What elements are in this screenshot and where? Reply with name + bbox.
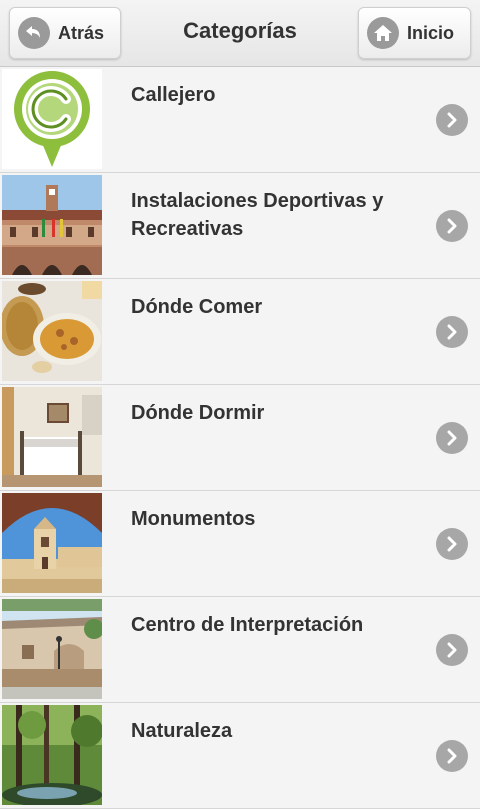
chevron-right-icon[interactable] bbox=[436, 210, 468, 242]
chevron-right-icon[interactable] bbox=[436, 740, 468, 772]
category-row-naturaleza[interactable]: Naturaleza bbox=[0, 703, 480, 809]
chevron-right-icon[interactable] bbox=[436, 104, 468, 136]
category-label: Naturaleza bbox=[131, 720, 233, 742]
header-bar: Atrás Categorías Inicio bbox=[0, 0, 480, 67]
building-photo bbox=[2, 599, 102, 699]
forest-photo bbox=[2, 705, 102, 805]
category-label: Dónde Dormir bbox=[131, 402, 265, 424]
callejero-logo-icon bbox=[2, 69, 102, 169]
home-button-label: Inicio bbox=[407, 22, 455, 43]
chevron-right-icon[interactable] bbox=[436, 634, 468, 666]
chevron-right-icon[interactable] bbox=[436, 316, 468, 348]
home-button[interactable]: Inicio bbox=[358, 7, 471, 59]
church-photo bbox=[2, 493, 102, 593]
home-icon bbox=[367, 17, 399, 49]
food-photo bbox=[2, 281, 102, 381]
category-label: Monumentos bbox=[131, 508, 256, 530]
category-label: Dónde Comer bbox=[131, 296, 263, 318]
category-row-instalaciones[interactable]: Instalaciones Deportivas y Recreativas bbox=[0, 173, 480, 279]
category-list: Callejero Instalaciones Deportivas y Rec… bbox=[0, 67, 480, 809]
town-hall-photo bbox=[2, 175, 102, 275]
chevron-right-icon[interactable] bbox=[436, 528, 468, 560]
category-label: Callejero bbox=[131, 84, 216, 106]
chevron-right-icon[interactable] bbox=[436, 422, 468, 454]
category-row-centro-interpretacion[interactable]: Centro de Interpretación bbox=[0, 597, 480, 703]
category-row-donde-dormir[interactable]: Dónde Dormir bbox=[0, 385, 480, 491]
category-row-donde-comer[interactable]: Dónde Comer bbox=[0, 279, 480, 385]
bedroom-photo bbox=[2, 387, 102, 487]
category-row-callejero[interactable]: Callejero bbox=[0, 67, 480, 173]
category-label: Instalaciones Deportivas y Recreativas bbox=[131, 190, 384, 240]
category-label: Centro de Interpretación bbox=[131, 614, 364, 636]
category-row-monumentos[interactable]: Monumentos bbox=[0, 491, 480, 597]
